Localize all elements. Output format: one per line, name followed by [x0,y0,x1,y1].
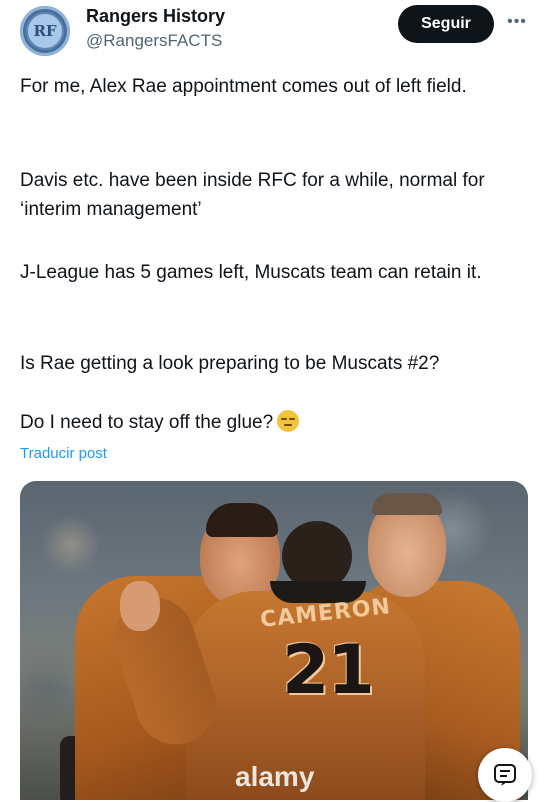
player-hand [120,581,160,631]
tweet-paragraph-text: Do I need to stay off the glue? [20,412,274,433]
player-left-hair [206,503,278,537]
tweet-paragraph: J-League has 5 games left, Muscats team … [20,262,482,283]
player-right-hair [372,493,442,515]
club-crest-icon: RF [26,12,64,50]
tweet-paragraph-last: Do I need to stay off the glue? [20,408,300,437]
author-handle[interactable]: @RangersFACTS [86,31,222,51]
tweet-photo[interactable]: CAMERON 21 alamy [20,481,528,800]
chat-icon [494,764,516,786]
chat-button[interactable] [478,748,532,802]
tweet-header: RF Rangers History @RangersFACTS Seguir … [0,0,550,66]
tweet-paragraph: Is Rae getting a look preparing to be Mu… [20,353,440,374]
more-options-icon[interactable]: ••• [505,12,529,32]
shirt-number: 21 [282,631,375,710]
follow-button[interactable]: Seguir [398,5,494,43]
translate-link[interactable]: Traducir post [20,445,107,462]
author-name[interactable]: Rangers History [86,6,225,27]
pensive-face-icon [277,410,300,432]
tweet-paragraph: For me, Alex Rae appointment comes out o… [20,76,467,97]
watermark: alamy [235,761,315,792]
tweet-paragraph: Davis etc. have been inside RFC for a wh… [20,170,485,220]
avatar[interactable]: RF [20,6,70,56]
